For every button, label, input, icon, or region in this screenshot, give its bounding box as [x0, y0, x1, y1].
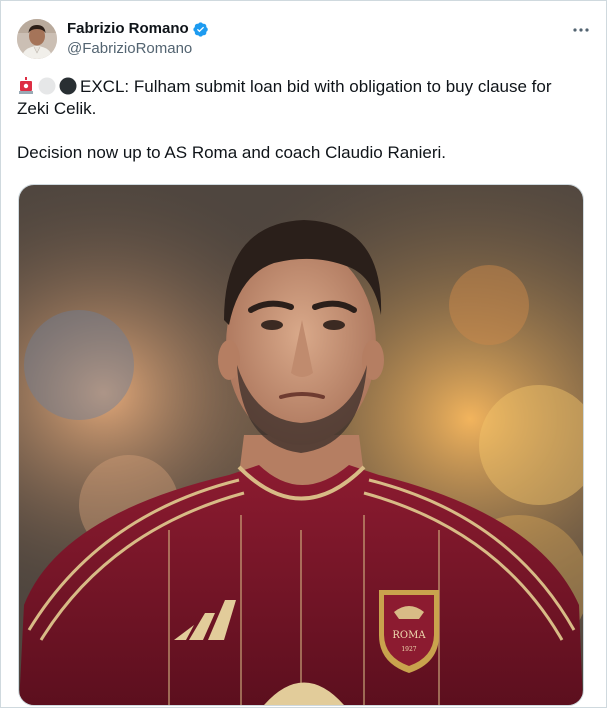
crest-year: 1927	[401, 646, 416, 653]
author-display-name[interactable]: Fabrizio Romano	[67, 19, 189, 39]
more-horizontal-icon	[573, 28, 589, 32]
author-avatar[interactable]	[17, 19, 57, 59]
tweet-header: Fabrizio Romano @FabrizioRomano	[17, 19, 594, 65]
siren-emoji	[19, 77, 33, 94]
tweet-text: EXCL: Fulham submit loan bid with obliga…	[17, 76, 587, 164]
tweet-card: Fabrizio Romano @FabrizioRomano EXCL: Fu…	[0, 0, 607, 708]
more-options-button[interactable]	[570, 19, 592, 41]
author-handle[interactable]: @FabrizioRomano	[67, 39, 209, 59]
verified-badge-icon	[193, 21, 208, 37]
white-circle-emoji	[38, 77, 56, 95]
black-circle-emoji	[59, 77, 77, 95]
tweet-media-photo[interactable]: ROMA 1927	[18, 184, 584, 706]
crest-text: ROMA	[392, 630, 426, 641]
tweet-line-1-text: EXCL: Fulham submit loan bid with obliga…	[17, 77, 552, 118]
tweet-line-2: Decision now up to AS Roma and coach Cla…	[17, 143, 447, 162]
author-names: Fabrizio Romano @FabrizioRomano	[67, 19, 209, 59]
player-photo: ROMA 1927	[19, 185, 583, 705]
tweet-line-1: EXCL: Fulham submit loan bid with obliga…	[17, 76, 587, 120]
